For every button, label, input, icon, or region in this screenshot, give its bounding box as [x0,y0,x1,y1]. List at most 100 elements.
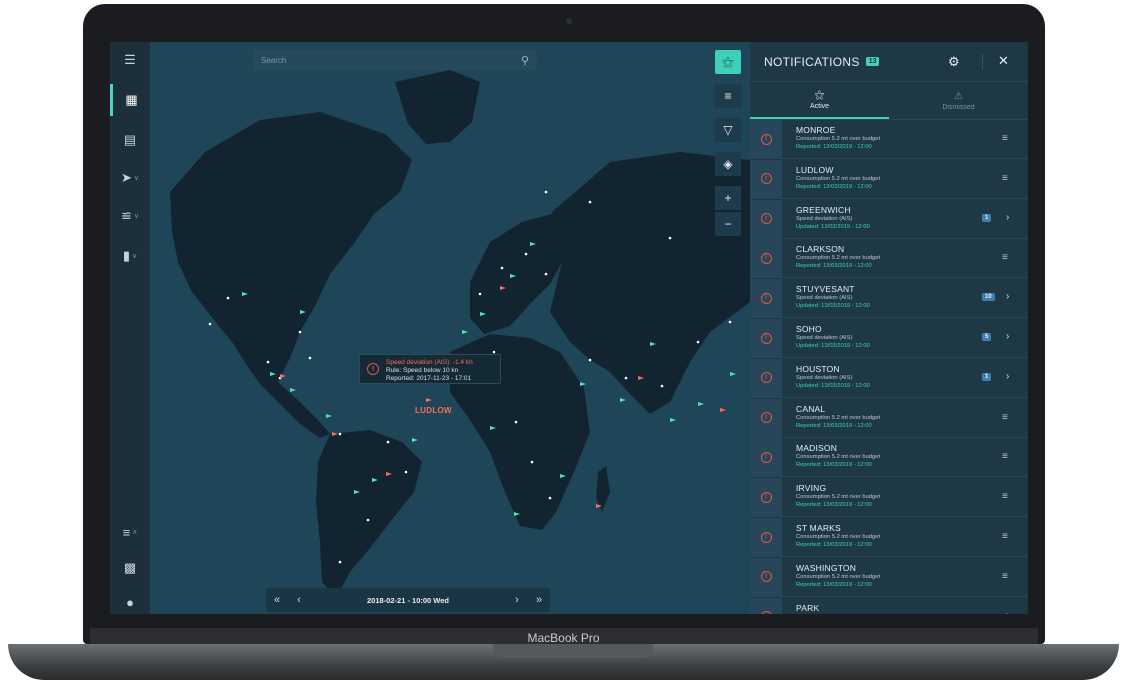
menu-icon[interactable]: ☰ [110,44,150,76]
notification-time: Updated: 13/03/2019 - 12:00 [796,343,870,349]
tab-dismissed[interactable]: ⚠ Dismissed [889,82,1028,119]
chevron-right-icon[interactable]: › [1006,610,1009,614]
chevron-up-icon: ∧ [132,529,138,536]
navigation-icon[interactable]: ➤ ∨ [110,162,150,194]
notification-name: IRVING [796,483,827,494]
tab-active[interactable]: ⚝ Active [750,82,889,119]
sliders-icon[interactable]: ≡ ∧ [110,516,150,548]
row-menu-icon[interactable]: ≡ [1002,173,1008,184]
contacts-icon[interactable]: ▩ [110,552,150,584]
tooltip-title: Speed deviation (AIS): -1.4 kn [386,359,473,366]
notification-name: GREENWICH [796,204,851,215]
row-menu-icon[interactable]: ≡ [1002,571,1008,582]
row-status-strip: ! [750,120,782,158]
filter-icon[interactable]: ▽ [715,118,741,142]
notification-description: Speed deviation (AIS) [796,215,853,222]
world-map[interactable]: ⚲ ⚝ ≡ ▽ ◈ + − ! Speed deviation (AIS): -… [150,42,750,614]
close-icon[interactable]: ✕ [998,53,1009,69]
search-bar[interactable]: ⚲ [253,50,537,70]
notification-row[interactable]: ! CANAL Consumption 5.2 mt over budget Repo… [750,398,1028,438]
alert-icon: ! [760,133,772,145]
row-menu-icon[interactable]: ≡ [1002,531,1008,542]
fuel-icon[interactable]: ▮ ∨ [110,240,150,272]
row-menu-icon[interactable]: ≡ [1002,451,1008,462]
alert-icon: ! [760,451,772,463]
notification-time: Reported: 13/03/2019 - 12:00 [796,462,872,469]
alarm-bell-icon[interactable]: ⚝ [715,50,741,74]
chevron-down-icon: ∨ [133,213,140,220]
notification-time: Reported: 13/03/2019 - 12:00 [796,263,872,270]
row-menu-icon[interactable]: ≡ [1002,252,1008,263]
row-status-strip: ! [750,199,782,238]
row-status-strip: ! [750,478,782,517]
alert-icon: ! [760,491,772,503]
row-status-strip: ! [750,518,782,556]
zoom-in-icon[interactable]: + [715,186,741,210]
notification-row[interactable]: ! HOUSTON Speed deviation (AIS) Updated: 13… [750,358,1028,398]
user-icon[interactable]: ● [110,586,150,614]
notification-row[interactable]: ! SOHO Speed deviation (AIS) Updated: 13/03… [750,319,1028,358]
chevron-right-icon[interactable]: › [1006,291,1009,302]
search-input[interactable] [261,55,521,65]
notification-row[interactable]: ! CLARKSON Consumption 5.2 mt over budget R… [750,239,1028,279]
notification-row[interactable]: ! ST MARKS Consumption 5.2 mt over budget R… [750,518,1028,557]
notification-name: MADISON [796,443,838,454]
row-menu-icon[interactable]: ≡ [1002,491,1008,502]
count-badge: 5 [982,333,992,341]
alert-icon: ! [760,531,772,543]
notification-name: ST MARKS [796,523,841,533]
notification-row[interactable]: ! LUDLOW Consumption 5.2 mt over budget Rep… [750,159,1028,199]
chevron-down-icon: ∨ [133,175,140,182]
row-menu-icon[interactable]: ≡ [1002,412,1008,423]
alert-icon: ! [760,252,772,264]
notification-row[interactable]: ! MADISON Consumption 5.2 mt over budget Re… [750,438,1028,478]
central-america-landmass [260,382,330,438]
alert-icon: ! [760,292,772,304]
notification-name: MONROE [796,125,836,135]
chart-icon[interactable]: ≌ ∨ [110,200,150,232]
notification-row[interactable]: ! GREENWICH Speed deviation (AIS) Updated: … [750,199,1028,239]
notification-description: Consumption 5.2 mt over budget [796,255,881,262]
panel-header: NOTIFICATIONS 13 ⚙ ✕ [750,42,1028,82]
notification-row[interactable]: ! IRVING Consumption 5.2 mt over budget Rep… [750,478,1028,518]
gear-icon[interactable]: ⚙ [948,54,960,70]
report-icon[interactable]: ▤ [110,124,150,156]
notification-description: Consumption 5.2 mt over budget [796,454,881,461]
timeline-date[interactable]: 2018-02-21 - 10:00 Wed [310,596,506,605]
step-back-button[interactable]: ‹ [288,594,310,606]
left-rail: ☰ ▦ ▤ ➤ ∨ ≌ ∨ ▮ ∨ ≡ ∧ ▩ ● [110,42,150,614]
map-icon[interactable]: ▦ [110,84,150,116]
row-status-strip: ! [750,239,782,278]
zoom-out-icon[interactable]: − [715,212,741,236]
chevron-right-icon[interactable]: › [1006,212,1009,223]
notification-time: Reported: 13/03/2019 - 12:00 [796,542,872,548]
chevron-right-icon[interactable]: › [1006,331,1009,342]
notification-description: Speed deviation (AIS) [796,374,853,381]
notification-description: Speed deviation (AIS) [796,335,853,341]
map-canvas [170,70,750,598]
count-badge: 10 [982,293,995,302]
notification-row[interactable]: ! WASHINGTON Consumption 5.2 mt over budge… [750,557,1028,597]
notification-time: Reported: 13/03/2019 - 12:00 [796,144,872,150]
map-ship-label[interactable]: LUDLOW [415,406,452,415]
timeline-bar: « ‹ 2018-02-21 - 10:00 Wed › » [266,588,550,612]
laptop-camera [566,18,572,24]
notification-name: HOUSTON [796,363,840,374]
row-status-strip: ! [750,438,782,477]
step-forward-button[interactable]: › [506,594,528,606]
row-menu-icon[interactable]: ≡ [1002,133,1008,144]
alert-icon: ! [760,332,772,344]
vessel-tooltip: ! Speed deviation (AIS): -1.4 kn Rule: S… [359,354,501,384]
skip-back-button[interactable]: « [266,594,288,606]
notification-row[interactable]: ! MONROE Consumption 5.2 mt over budget Rep… [750,120,1028,159]
list-icon[interactable]: ≡ [715,84,741,108]
north-america-landmass [170,112,412,384]
skip-forward-button[interactable]: » [528,594,550,606]
notification-tabs: ⚝ Active ⚠ Dismissed [750,82,1028,120]
chevron-right-icon[interactable]: › [1006,371,1009,382]
notification-row[interactable]: ! PARK › [750,597,1028,614]
search-icon[interactable]: ⚲ [521,54,529,67]
alarm-bell-icon: ⚝ [814,89,825,101]
notification-row[interactable]: ! STUYVESANT Speed deviation (AIS) Updated:… [750,279,1028,319]
layers-icon[interactable]: ◈ [715,152,741,176]
